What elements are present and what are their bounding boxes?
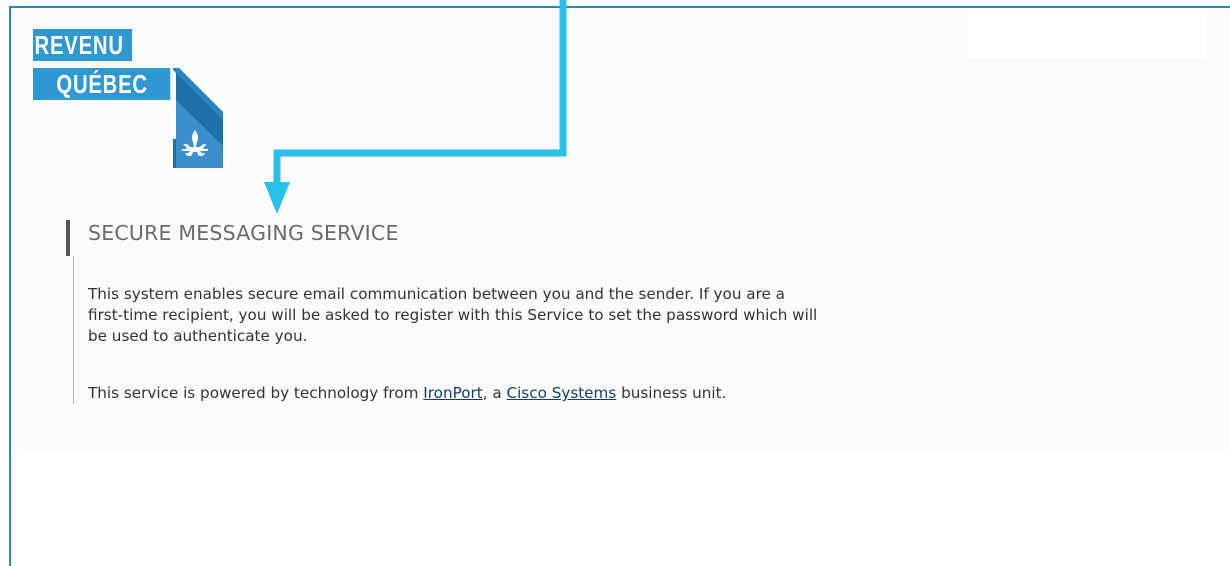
powered-by-text: This service is powered by technology fr… [88,384,424,402]
cisco-systems-link[interactable]: Cisco Systems [506,384,616,402]
separator-text: , a [482,384,507,402]
powered-by-paragraph: This service is powered by technology fr… [88,383,1148,404]
arrow-down-icon [264,0,567,214]
ironport-link[interactable]: IronPort [423,384,482,402]
annotation-arrow [264,0,567,214]
title-accent-bar [66,220,70,256]
intro-line-3: be used to authenticate you. [88,327,308,345]
intro-line-2: first-time recipient, you will be asked … [88,306,818,324]
page-title: SECURE MESSAGING SERVICE [88,221,399,245]
intro-line-1: This system enables secure email communi… [88,285,785,303]
intro-paragraph: This system enables secure email communi… [88,284,1148,347]
business-unit-text: business unit. [616,384,727,402]
content-divider [73,256,74,404]
